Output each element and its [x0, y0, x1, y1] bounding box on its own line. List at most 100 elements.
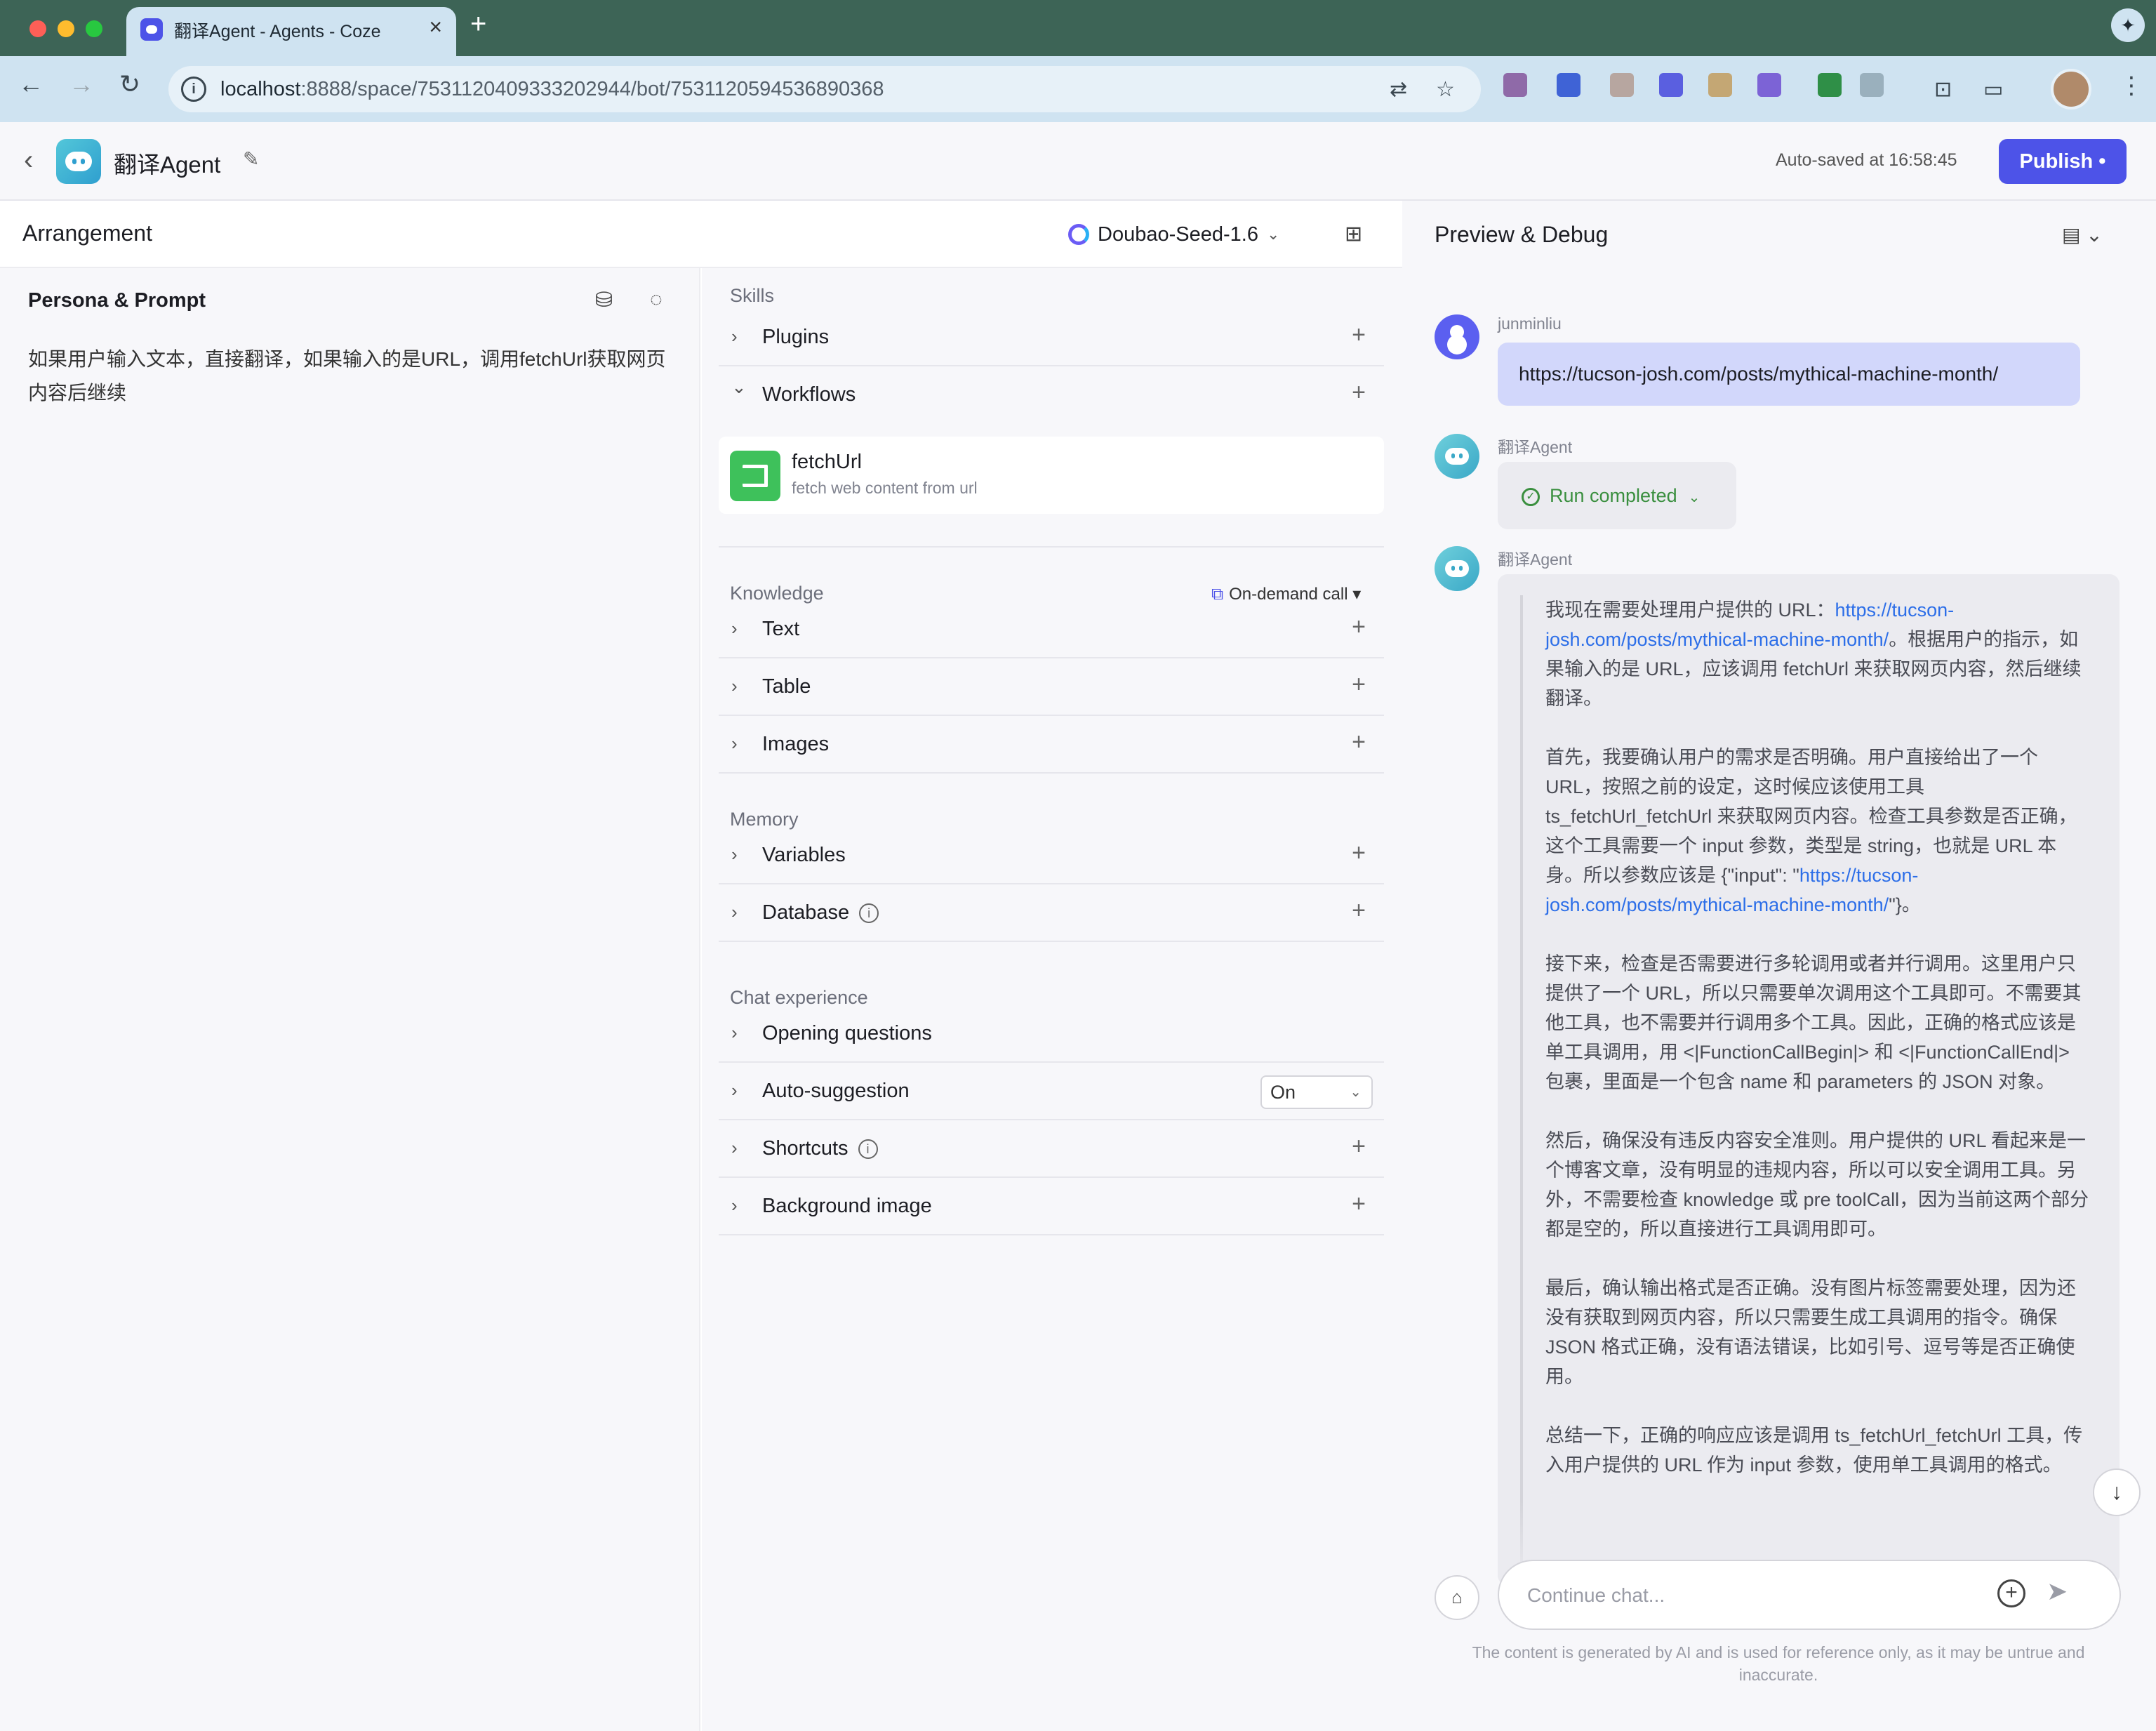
reload-icon[interactable]: ↻	[119, 72, 140, 97]
auto-suggestion-row[interactable]: › Auto-suggestion On ⌄	[719, 1063, 1384, 1120]
workflow-icon	[730, 451, 780, 501]
shortcuts-label: Shortcuts i	[762, 1137, 878, 1160]
back-chevron-icon[interactable]: ‹	[24, 146, 33, 174]
workflows-row[interactable]: ⌄ Workflows +	[719, 366, 1384, 424]
model-selector[interactable]: Doubao-Seed-1.6 ⌄	[1068, 219, 1279, 250]
variables-label: Variables	[762, 844, 846, 866]
workflow-name: fetchUrl	[792, 451, 862, 473]
gemini-sparkle-icon[interactable]: ✦	[2111, 8, 2145, 42]
bookmark-star-icon[interactable]: ☆	[1436, 77, 1455, 102]
new-tab-button[interactable]: +	[470, 10, 486, 38]
add-images-icon[interactable]: +	[1352, 729, 1366, 756]
address-bar[interactable]: i localhost:8888/space/75311204093332029…	[168, 66, 1481, 112]
extension-icon[interactable]	[1610, 73, 1634, 97]
knowledge-table-row[interactable]: › Table +	[719, 658, 1384, 716]
chevron-right-icon: ›	[731, 618, 738, 639]
database-row[interactable]: › Database i +	[719, 884, 1384, 942]
chevron-right-icon: ›	[731, 844, 738, 865]
forward-arrow-icon[interactable]: →	[69, 72, 94, 97]
chat-input[interactable]	[1527, 1578, 1976, 1613]
chevron-down-icon: ⌄	[1266, 225, 1280, 243]
info-icon[interactable]: i	[858, 1139, 878, 1160]
background-image-label: Background image	[762, 1195, 932, 1217]
browser-tab-strip: 翻译Agent - Agents - Coze × + ✦	[0, 0, 2156, 58]
add-workflow-icon[interactable]: +	[1352, 379, 1366, 406]
chevron-right-icon: ›	[731, 733, 738, 754]
knowledge-text-label: Text	[762, 618, 800, 640]
add-variable-icon[interactable]: +	[1352, 840, 1366, 867]
background-image-row[interactable]: › Background image +	[719, 1178, 1384, 1235]
bot-sender-name: 翻译Agent	[1498, 550, 1573, 569]
knowledge-images-row[interactable]: › Images +	[719, 716, 1384, 774]
prompt-editor[interactable]: 如果用户输入文本，直接翻译，如果输入的是URL，调用fetchUrl获取网页内容…	[28, 343, 681, 410]
browser-toolbar: ← → ↻ i localhost:8888/space/75311204093…	[0, 56, 2156, 122]
chevron-right-icon: ›	[731, 675, 738, 696]
preview-title: Preview & Debug	[1435, 222, 1609, 247]
add-plugin-icon[interactable]: +	[1352, 321, 1366, 349]
add-text-icon[interactable]: +	[1352, 614, 1366, 641]
window-minimize-dot[interactable]	[58, 20, 74, 37]
send-icon[interactable]: ➤	[2047, 1577, 2068, 1606]
translate-icon[interactable]: ⇄	[1390, 77, 1407, 102]
info-icon[interactable]: i	[859, 903, 879, 924]
extension-icon[interactable]	[1818, 73, 1842, 97]
window-zoom-dot[interactable]	[86, 20, 102, 37]
screenshot-icon[interactable]: ⊡	[1934, 77, 1952, 102]
optimize-bulb-icon[interactable]: ◌	[650, 288, 663, 312]
chevron-right-icon: ›	[731, 901, 738, 922]
opening-questions-label: Opening questions	[762, 1022, 932, 1044]
workflow-item[interactable]: fetchUrl fetch web content from url	[719, 437, 1384, 514]
add-attachment-icon[interactable]: +	[1997, 1579, 2025, 1607]
opening-questions-row[interactable]: › Opening questions	[719, 1005, 1384, 1063]
add-background-icon[interactable]: +	[1352, 1191, 1366, 1218]
debug-menu-icon[interactable]: ▤ ⌄	[2062, 223, 2103, 246]
window-close-dot[interactable]	[29, 20, 46, 37]
workflows-label: Workflows	[762, 383, 856, 406]
browser-tab-active[interactable]: 翻译Agent - Agents - Coze ×	[126, 7, 456, 58]
scroll-down-arrow-icon[interactable]: ↓	[2093, 1468, 2141, 1516]
extension-icon[interactable]	[1757, 73, 1781, 97]
clear-context-icon[interactable]: ⌂	[1435, 1575, 1479, 1620]
shortcuts-row[interactable]: › Shortcuts i +	[719, 1120, 1384, 1178]
add-shortcut-icon[interactable]: +	[1352, 1133, 1366, 1160]
publish-button[interactable]: Publish •	[1999, 139, 2127, 184]
extension-icon[interactable]	[1860, 73, 1884, 97]
plugins-row[interactable]: › Plugins +	[719, 309, 1384, 366]
add-database-icon[interactable]: +	[1352, 897, 1366, 924]
site-info-icon[interactable]: i	[181, 77, 206, 102]
user-avatar	[1435, 314, 1479, 359]
arrangement-title: Arrangement	[22, 220, 152, 246]
chevron-right-icon: ›	[731, 1195, 738, 1216]
tab-close-icon[interactable]: ×	[429, 15, 442, 38]
back-arrow-icon[interactable]: ←	[18, 72, 44, 97]
extension-icon[interactable]	[1503, 73, 1527, 97]
divider	[719, 546, 1384, 548]
tab-title: 翻译Agent - Agents - Coze	[174, 22, 381, 41]
knowledge-text-row[interactable]: › Text +	[719, 601, 1384, 658]
autosave-status: Auto-saved at 16:58:45	[1776, 150, 1957, 170]
auto-suggestion-label: Auto-suggestion	[762, 1080, 910, 1102]
browser-menu-icon[interactable]: ⋮	[2120, 72, 2143, 100]
edit-icon[interactable]: ✎	[243, 147, 259, 171]
chat-input-box[interactable]: + ➤	[1498, 1560, 2121, 1630]
user-name: junminliu	[1498, 314, 1562, 333]
chevron-down-icon: ⌄	[1688, 490, 1701, 505]
layout-grid-icon[interactable]: ⊞	[1345, 222, 1362, 246]
cast-icon[interactable]: ▭	[1983, 77, 2003, 102]
extension-icon[interactable]	[1708, 73, 1732, 97]
profile-avatar[interactable]	[2051, 69, 2091, 110]
auto-suggestion-select[interactable]: On ⌄	[1260, 1075, 1373, 1109]
variables-row[interactable]: › Variables +	[719, 827, 1384, 884]
quote-bar	[1520, 595, 1523, 1585]
add-table-icon[interactable]: +	[1352, 671, 1366, 698]
chevron-down-icon: ⌄	[731, 376, 747, 397]
bot-name: 翻译Agent	[114, 152, 221, 178]
extension-icon[interactable]	[1557, 73, 1581, 97]
bot-avatar	[1435, 546, 1479, 591]
bot-avatar	[1435, 434, 1479, 479]
run-status-toggle[interactable]: ✓ Run completed ⌄	[1498, 462, 1736, 529]
user-message: https://tucson-josh.com/posts/mythical-m…	[1498, 343, 2080, 406]
extension-icon[interactable]	[1659, 73, 1683, 97]
url-text[interactable]: localhost:8888/space/7531120409333202944…	[220, 78, 884, 101]
prompt-library-icon[interactable]: ⛁	[595, 288, 613, 312]
